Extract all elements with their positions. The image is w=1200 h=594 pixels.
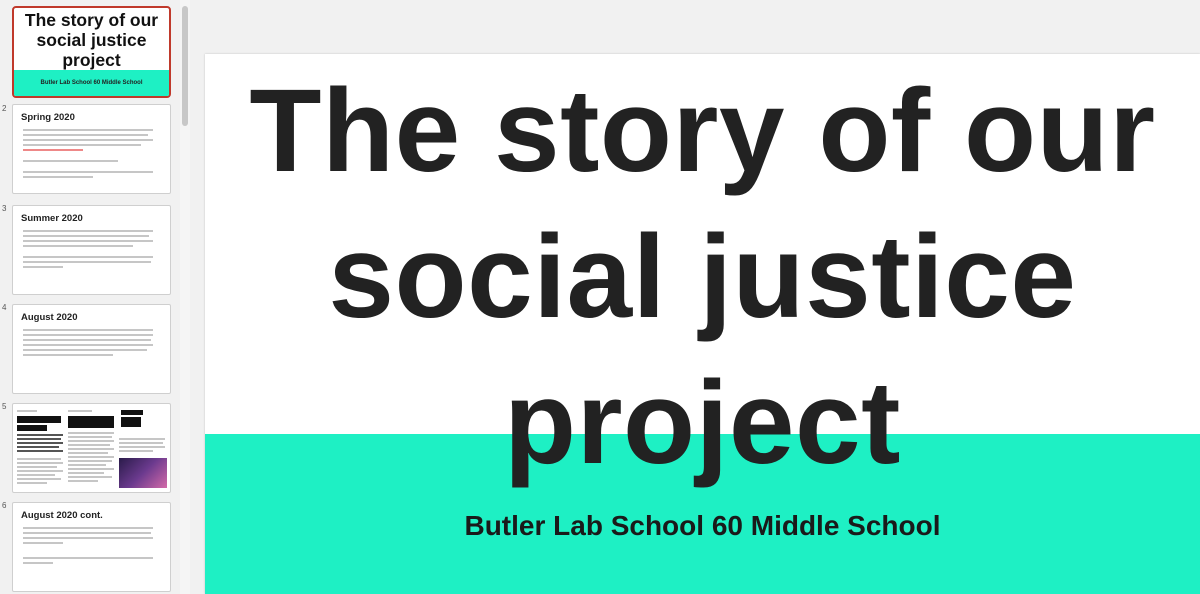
text-line <box>23 329 153 331</box>
scrollbar-thumb[interactable] <box>182 6 188 126</box>
text-line <box>68 480 98 482</box>
text-line <box>17 466 57 468</box>
text-line <box>17 458 61 460</box>
text-line <box>68 410 92 412</box>
link-line <box>23 149 83 151</box>
slide-thumbnail-5[interactable] <box>12 403 171 493</box>
thumbnail-subtitle: Butler Lab School 60 Middle School <box>40 80 143 86</box>
text-line <box>68 476 112 478</box>
text-line <box>23 562 53 564</box>
text-line <box>23 537 153 539</box>
text-line <box>23 134 148 136</box>
text-line <box>23 557 153 559</box>
post-column <box>119 410 167 490</box>
text-line <box>23 261 151 263</box>
text-line <box>23 542 63 544</box>
text-line <box>23 235 149 237</box>
text-line <box>17 474 55 476</box>
slide-thumbnail-3[interactable]: Summer 2020 <box>12 205 171 295</box>
text-line <box>68 464 106 466</box>
text-line <box>23 240 153 242</box>
text-line <box>23 266 63 268</box>
text-line <box>68 448 114 450</box>
text-line <box>17 442 63 444</box>
redaction-bar <box>121 417 141 427</box>
text-line <box>68 468 114 470</box>
text-line <box>23 160 118 162</box>
text-line <box>23 344 153 346</box>
text-line <box>23 527 153 529</box>
text-line <box>17 470 63 472</box>
redaction-bar <box>68 416 114 428</box>
text-line <box>23 532 151 534</box>
text-line <box>68 432 114 434</box>
text-line <box>23 354 113 356</box>
text-line <box>119 450 153 452</box>
text-line <box>17 434 63 436</box>
text-line <box>23 129 153 131</box>
text-line <box>68 472 104 474</box>
text-line <box>17 410 37 412</box>
slide-thumbnail-2[interactable]: Spring 2020 <box>12 104 171 194</box>
post-column <box>17 410 65 490</box>
slide-number: 2 <box>2 104 7 113</box>
text-line <box>17 482 47 484</box>
redaction-bar <box>17 425 47 431</box>
slide-thumbnail-1[interactable]: The story of our social justice project … <box>12 6 171 98</box>
post-photo <box>119 458 167 488</box>
text-line <box>23 139 153 141</box>
text-line <box>17 478 61 480</box>
slide-number: 5 <box>2 402 7 411</box>
slide-title[interactable]: The story of our social justice project <box>205 58 1200 496</box>
redaction-bar <box>17 416 61 423</box>
presentation-editor: The story of our social justice project … <box>0 0 1200 594</box>
slide-canvas: The story of our social justice project … <box>190 0 1200 594</box>
slide-thumbnail-6[interactable]: August 2020 cont. <box>12 502 171 592</box>
text-line <box>68 456 114 458</box>
thumbnail-title: August 2020 cont. <box>21 510 103 521</box>
slide-number: 6 <box>2 501 7 510</box>
text-line <box>68 444 110 446</box>
text-line <box>119 438 165 440</box>
redaction-bar <box>121 410 143 415</box>
text-line <box>23 256 153 258</box>
text-line <box>17 462 63 464</box>
text-line <box>68 460 112 462</box>
slide-number: 4 <box>2 303 7 312</box>
slide-number: 3 <box>2 204 7 213</box>
current-slide[interactable]: The story of our social justice project … <box>205 54 1200 594</box>
text-line <box>17 438 61 440</box>
text-line <box>23 230 153 232</box>
text-line <box>68 440 114 442</box>
slide-thumbnail-4[interactable]: August 2020 <box>12 304 171 394</box>
text-line <box>23 171 153 173</box>
text-line <box>68 452 108 454</box>
text-line <box>23 144 141 146</box>
thumbnail-title: August 2020 <box>21 312 78 323</box>
text-line <box>68 436 112 438</box>
thumbnail-title: Summer 2020 <box>21 213 83 224</box>
post-column <box>68 410 116 490</box>
text-line <box>17 446 59 448</box>
filmstrip-scrollbar[interactable] <box>180 0 190 594</box>
text-line <box>23 349 147 351</box>
text-line <box>119 442 163 444</box>
text-line <box>119 446 165 448</box>
text-line <box>23 176 93 178</box>
text-line <box>23 339 151 341</box>
slide-subtitle[interactable]: Butler Lab School 60 Middle School <box>205 510 1200 542</box>
text-line <box>17 450 63 452</box>
text-line <box>23 245 133 247</box>
text-line <box>23 334 153 336</box>
thumbnail-title: The story of our social justice project <box>24 10 159 70</box>
slide-filmstrip[interactable]: The story of our social justice project … <box>0 0 190 594</box>
thumbnail-title: Spring 2020 <box>21 112 75 123</box>
